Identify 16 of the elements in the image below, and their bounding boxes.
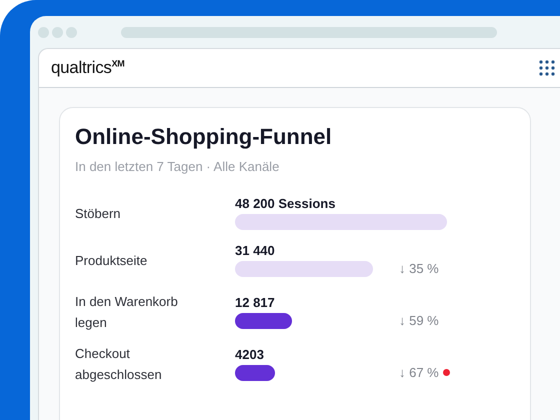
step-value: 31 440: [235, 243, 276, 258]
step-value: 12 817: [235, 295, 276, 310]
drop-rate: ↓ 35 %: [399, 260, 439, 276]
window-controls-icon: [38, 26, 77, 38]
app-grid-icon[interactable]: [539, 60, 555, 76]
step-label: Stöbern: [75, 204, 122, 222]
step-value: 48 200 Sessions: [235, 196, 336, 211]
card-subtitle: In den letzten 7 Tagen · Alle Kanäle: [75, 159, 280, 174]
step-label: In den Warenkorb legen: [75, 293, 179, 332]
step-value: 4203: [235, 347, 265, 362]
logo: qualtrics$^{XM}$: [51, 58, 125, 78]
card-title: Online-Shopping-Funnel: [75, 124, 333, 150]
drop-rate: ↓ 67 %: [399, 364, 439, 380]
drop-rate: ↓ 59 %: [399, 312, 439, 328]
step-label: Produktseite: [75, 252, 148, 270]
step-label: Checkout abgeschlossen: [75, 345, 163, 384]
